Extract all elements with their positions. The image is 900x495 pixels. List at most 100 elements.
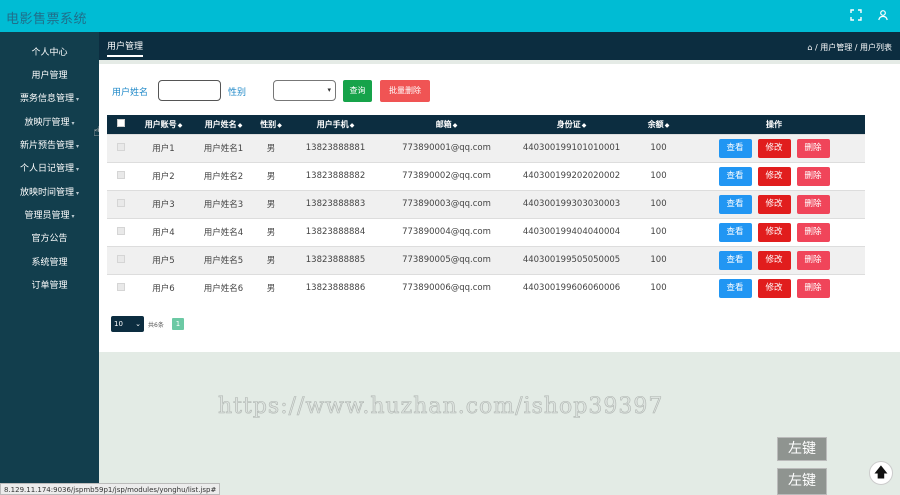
table-cell: 13823888884	[287, 217, 384, 246]
row-checkbox[interactable]	[117, 170, 125, 179]
row-checkbox[interactable]	[117, 142, 125, 151]
table-cell: 773890006@qq.com	[384, 273, 509, 302]
table-cell: 用户1	[135, 133, 192, 162]
sort-icon: ◆	[177, 121, 183, 129]
home-icon[interactable]: ⌂	[807, 43, 812, 52]
query-button[interactable]: 查询	[343, 80, 372, 102]
breadcrumb: ⌂ / 用户管理 / 用户列表	[807, 42, 892, 53]
sidebar-item[interactable]: 票务信息管理 ▾	[0, 90, 99, 108]
actions-cell: 查看 修改 删除	[683, 161, 865, 190]
table-cell: 用户6	[135, 273, 192, 302]
sidebar-item-label: 个人中心	[31, 48, 68, 58]
edit-button[interactable]: 修改	[757, 222, 791, 242]
sort-icon: ◆	[664, 121, 670, 129]
batch-delete-button[interactable]: 批量删除	[380, 80, 430, 102]
sort-icon: ◆	[277, 121, 282, 129]
app-title: 电影售票系统	[6, 12, 88, 27]
sidebar-item[interactable]: 新片预告管理 ▾	[0, 137, 99, 155]
top-bar: 电影售票系统	[0, 0, 900, 32]
user-icon[interactable]	[876, 9, 890, 23]
table-row: 用户4 用户姓名4 男 13823888884 773890004@qq.com 4403…	[107, 217, 865, 246]
table-cell: 男	[255, 133, 287, 162]
sidebar-item[interactable]: 放映时间管理 ▾	[0, 184, 99, 202]
edit-button[interactable]: 修改	[757, 138, 791, 158]
col-phone[interactable]: 用户手机◆	[287, 115, 384, 134]
row-checkbox[interactable]	[117, 198, 125, 207]
page-button-1[interactable]: 1	[172, 318, 184, 330]
delete-button[interactable]: 删除	[796, 138, 830, 158]
table-cell: 用户姓名6	[192, 273, 255, 302]
gender-select[interactable]: ▾	[273, 80, 336, 101]
sort-icon: ◆	[349, 121, 355, 129]
table-cell: 男	[255, 161, 287, 190]
tab-bar: 用户管理 ⌂ / 用户管理 / 用户列表	[99, 32, 900, 60]
chevron-down-icon: ▾	[76, 166, 80, 173]
table-cell: 100	[634, 217, 683, 246]
table-cell: 100	[634, 189, 683, 218]
status-bar-url: 8.129.11.174:9036/jspmb59p1/jsp/modules/…	[0, 483, 221, 495]
sort-icon: ◆	[452, 121, 458, 129]
sidebar-item[interactable]: 官方公告	[0, 230, 99, 248]
col-account[interactable]: 用户账号◆	[135, 115, 192, 134]
row-checkbox[interactable]	[117, 282, 125, 291]
table-cell: 773890003@qq.com	[384, 189, 509, 218]
edit-button[interactable]: 修改	[757, 278, 791, 298]
chevron-down-icon: ▾	[327, 86, 331, 94]
col-id-card[interactable]: 身份证◆	[509, 115, 634, 134]
sidebar-item[interactable]: 管理员管理 ▾	[0, 207, 99, 225]
row-checkbox[interactable]	[117, 226, 125, 235]
select-all-cell	[107, 115, 135, 134]
col-email[interactable]: 邮箱◆	[384, 115, 509, 134]
delete-button[interactable]: 删除	[796, 166, 830, 186]
col-gender[interactable]: 性别◆	[255, 115, 287, 134]
sidebar-item-label: 官方公告	[31, 234, 68, 244]
gender-label: 性别	[228, 88, 247, 98]
scroll-to-top-button[interactable]: 🡅	[869, 461, 893, 485]
table-row: 用户2 用户姓名2 男 13823888882 773890002@qq.com 4403…	[107, 161, 865, 190]
sidebar-item[interactable]: 个人日记管理 ▾	[0, 160, 99, 178]
expand-icon[interactable]	[849, 9, 863, 23]
table-row: 用户3 用户姓名3 男 13823888883 773890003@qq.com 4403…	[107, 189, 865, 218]
edit-button[interactable]: 修改	[757, 194, 791, 214]
view-button[interactable]: 查看	[718, 194, 752, 214]
row-checkbox[interactable]	[117, 254, 125, 263]
view-button[interactable]: 查看	[718, 138, 752, 158]
name-search-input[interactable]	[158, 80, 221, 101]
page-size-select[interactable]: 10 ⌄	[111, 316, 144, 332]
sidebar-item[interactable]: 订单管理	[0, 277, 99, 295]
col-name[interactable]: 用户姓名◆	[192, 115, 255, 134]
sidebar-item-label: 个人日记管理	[19, 164, 74, 174]
sidebar-item[interactable]: 放映厅管理 ▾	[0, 114, 99, 132]
delete-button[interactable]: 删除	[796, 222, 830, 242]
sidebar-item-label: 用户管理	[31, 71, 68, 81]
sidebar-item[interactable]: 系统管理	[0, 254, 99, 272]
row-checkbox-cell	[107, 161, 135, 190]
table-cell: 440300199606060006	[509, 273, 634, 302]
tab-user-management[interactable]: 用户管理	[107, 39, 144, 57]
row-checkbox-cell	[107, 189, 135, 218]
table-cell: 100	[634, 273, 683, 302]
view-button[interactable]: 查看	[718, 166, 752, 186]
view-button[interactable]: 查看	[718, 278, 752, 298]
table-cell: 用户姓名3	[192, 189, 255, 218]
sidebar-item[interactable]: 个人中心	[0, 44, 99, 62]
delete-button[interactable]: 删除	[796, 250, 830, 270]
row-checkbox-cell	[107, 133, 135, 162]
table-cell: 100	[634, 133, 683, 162]
sidebar-item-label: 管理员管理	[24, 211, 70, 221]
table-cell: 440300199505050005	[509, 245, 634, 274]
sidebar-item[interactable]: 用户管理	[0, 67, 99, 85]
delete-button[interactable]: 删除	[796, 194, 830, 214]
table-cell: 用户姓名4	[192, 217, 255, 246]
table-row: 用户6 用户姓名6 男 13823888886 773890006@qq.com 4403…	[107, 273, 865, 302]
actions-cell: 查看 修改 删除	[683, 245, 865, 274]
view-button[interactable]: 查看	[718, 250, 752, 270]
sidebar-item-label: 票务信息管理	[19, 94, 74, 104]
sidebar-item-label: 订单管理	[31, 281, 68, 291]
delete-button[interactable]: 删除	[796, 278, 830, 298]
col-balance[interactable]: 余额◆	[634, 115, 683, 134]
select-all-checkbox[interactable]	[117, 119, 125, 128]
view-button[interactable]: 查看	[718, 222, 752, 242]
edit-button[interactable]: 修改	[757, 166, 791, 186]
edit-button[interactable]: 修改	[757, 250, 791, 270]
